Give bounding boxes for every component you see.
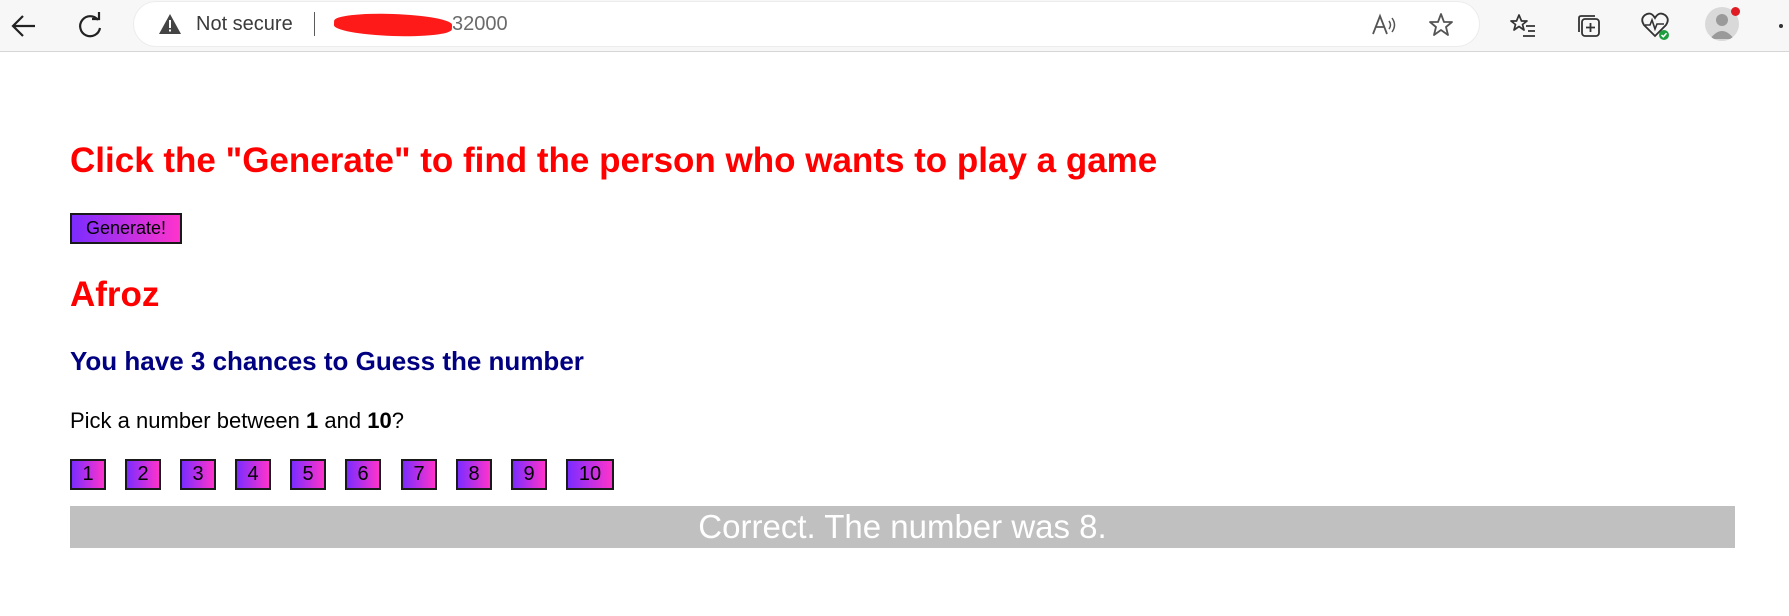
generate-button[interactable]: Generate! xyxy=(70,213,182,244)
redacted-host xyxy=(333,11,453,39)
number-button-3[interactable]: 3 xyxy=(180,459,216,490)
favorite-star-icon[interactable] xyxy=(1428,12,1454,38)
number-button-7[interactable]: 7 xyxy=(401,459,437,490)
browser-toolbar: Not secure 32000 xyxy=(0,0,1789,52)
player-name: Afroz xyxy=(70,275,160,314)
number-button-4[interactable]: 4 xyxy=(235,459,271,490)
chances-heading: You have 3 chances to Guess the number xyxy=(70,346,584,376)
read-aloud-icon[interactable] xyxy=(1370,12,1396,38)
pick-suffix: ? xyxy=(391,408,404,433)
address-separator xyxy=(314,12,315,36)
favorites-list-icon[interactable] xyxy=(1505,8,1541,44)
browser-health-icon[interactable] xyxy=(1637,8,1673,44)
page-title: Click the "Generate" to find the person … xyxy=(70,141,1158,180)
pick-prefix: Pick a number between xyxy=(70,408,307,433)
pick-max: 10 xyxy=(367,408,392,433)
url-text[interactable]: 32000 xyxy=(452,13,508,35)
number-button-5[interactable]: 5 xyxy=(290,459,326,490)
number-button-9[interactable]: 9 xyxy=(511,459,547,490)
number-button-8[interactable]: 8 xyxy=(456,459,492,490)
result-banner: Correct. The number was 8. xyxy=(70,506,1735,548)
notification-dot xyxy=(1731,7,1740,16)
warning-icon xyxy=(158,13,182,35)
collections-icon[interactable] xyxy=(1571,8,1607,44)
pick-and: and xyxy=(318,408,368,433)
pick-min: 1 xyxy=(306,408,319,433)
address-bar[interactable]: Not secure 32000 xyxy=(134,2,1479,46)
number-button-2[interactable]: 2 xyxy=(125,459,161,490)
number-button-1[interactable]: 1 xyxy=(70,459,106,490)
number-button-6[interactable]: 6 xyxy=(345,459,381,490)
number-button-10[interactable]: 10 xyxy=(566,459,614,490)
security-label[interactable]: Not secure xyxy=(196,13,293,35)
refresh-icon[interactable] xyxy=(72,8,108,44)
back-arrow-icon[interactable] xyxy=(6,8,42,44)
more-icon[interactable] xyxy=(1779,24,1783,28)
pick-prompt: Pick a number between 1 and 10? xyxy=(70,407,404,435)
